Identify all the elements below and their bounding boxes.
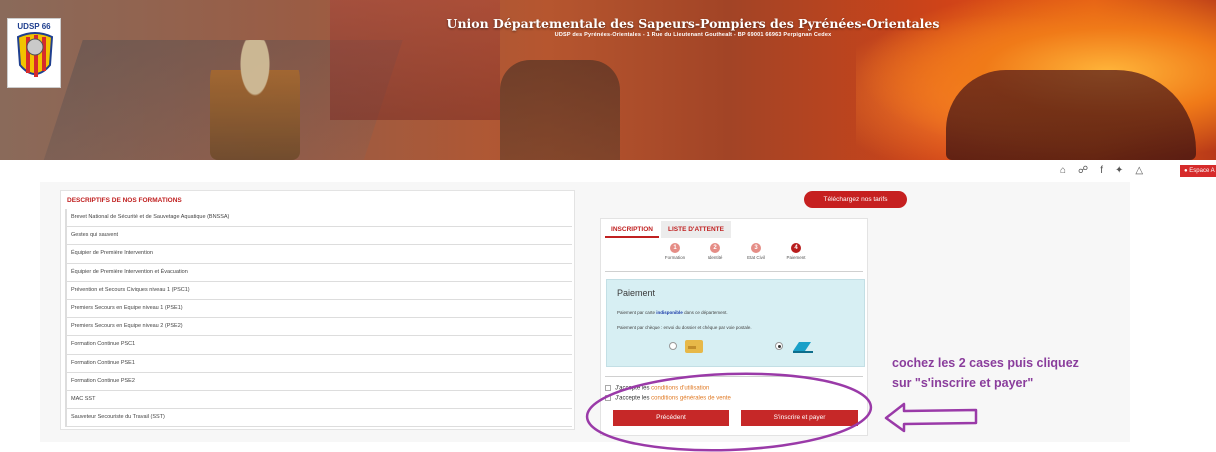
twitter-icon[interactable]: ✦ — [1115, 165, 1123, 177]
step-number: 2 — [710, 243, 720, 253]
formation-item[interactable]: Formation Continue PSE1 — [65, 354, 572, 373]
banner-car — [946, 70, 1196, 160]
tab-inscription[interactable]: INSCRIPTION — [605, 221, 659, 238]
formation-item[interactable]: Formation Continue PSE2 — [65, 372, 572, 391]
radio-card[interactable] — [669, 342, 677, 350]
sitemap-icon[interactable]: △ — [1135, 165, 1143, 177]
formation-item[interactable]: Équipier de Première Intervention — [65, 245, 572, 264]
udsp-logo[interactable]: UDSP 66 — [7, 18, 61, 88]
cheque-icon — [793, 342, 813, 353]
facebook-icon[interactable]: f — [1100, 165, 1103, 177]
step-etat-civil: 3 Etat Civil — [736, 243, 776, 260]
annotation-text: cochez les 2 cases puis cliquez sur "s'i… — [892, 353, 1079, 393]
divider — [605, 271, 863, 272]
cgu-link[interactable]: conditions d'utilisation — [651, 386, 709, 392]
step-label: Etat Civil — [747, 255, 765, 260]
banner-crew — [500, 60, 620, 160]
cgv-row: J'accepte les conditions générales de ve… — [605, 395, 731, 402]
formation-item[interactable]: Formation Continue PSC1 — [65, 336, 572, 355]
formation-item[interactable]: Sauveteur Secouriste du Travail (SST) — [65, 409, 572, 428]
banner-firefighter — [210, 40, 300, 160]
annotation-line: sur "s'inscrire et payer" — [892, 376, 1034, 390]
annotation-line: cochez les 2 cases puis cliquez — [892, 356, 1079, 370]
inscription-tabs: INSCRIPTION LISTE D'ATTENTE — [601, 219, 867, 238]
step-identite: 2 Identité — [695, 243, 735, 260]
cgv-link[interactable]: conditions générales de vente — [651, 396, 731, 402]
social-icon-bar: ⌂ ☍ f ✦ △ — [1060, 164, 1143, 178]
step-label: Formation — [664, 255, 686, 260]
formation-item[interactable]: Équipier de Première Intervention et Éva… — [65, 263, 572, 282]
formation-item[interactable]: MAC SST — [65, 390, 572, 410]
step-paiement: 4 Paiement — [776, 243, 816, 260]
cgu-row: J'accepte les conditions d'utilisation — [605, 385, 709, 392]
formation-item[interactable]: Prévention et Secours Civiques niveau 1 … — [65, 281, 572, 300]
divider — [605, 376, 863, 377]
download-tarifs-button[interactable]: Téléchargez nos tarifs — [804, 191, 907, 208]
header-banner: Union Départementale des Sapeurs-Pompier… — [0, 0, 1216, 160]
formations-title: DESCRIPTIFS DE NOS FORMATIONS — [67, 197, 182, 204]
step-formation: 1 Formation — [655, 243, 695, 260]
shield-icon — [16, 32, 54, 77]
inscription-panel: INSCRIPTION LISTE D'ATTENTE 1 Formation … — [600, 218, 868, 436]
payment-title: Paiement — [617, 288, 656, 298]
tab-liste-attente[interactable]: LISTE D'ATTENTE — [661, 221, 731, 238]
formation-item[interactable]: Gestes qui sauvent — [65, 227, 572, 246]
cgu-checkbox[interactable] — [605, 385, 611, 391]
credit-card-icon — [685, 340, 703, 353]
cgv-checkbox[interactable] — [605, 395, 611, 401]
home-icon[interactable]: ⌂ — [1060, 165, 1066, 177]
globe-icon[interactable]: ☍ — [1078, 165, 1088, 177]
step-progress: 1 Formation 2 Identité 3 Etat Civil 4 Pa… — [601, 243, 867, 263]
previous-button[interactable]: Précédent — [613, 410, 729, 426]
formations-panel: DESCRIPTIFS DE NOS FORMATIONS Brevet Nat… — [60, 190, 575, 430]
site-title: Union Départementale des Sapeurs-Pompier… — [446, 16, 940, 31]
step-number: 3 — [751, 243, 761, 253]
payment-box: Paiement Paiement par carte indisponible… — [606, 279, 865, 367]
radio-cheque[interactable] — [775, 342, 783, 350]
payment-card-note: Paiement par carte indisponible dans ce … — [617, 310, 728, 315]
espace-button[interactable]: ● Espace A — [1180, 165, 1216, 177]
formation-item[interactable]: Premiers Secours en Equipe niveau 1 (PSE… — [65, 299, 572, 319]
step-label: Identité — [707, 255, 723, 260]
payment-cheque-note: Paiement par chèque : envoi du dossier e… — [617, 325, 752, 330]
register-and-pay-button[interactable]: S'inscrire et payer — [741, 410, 858, 426]
site-address: UDSP des Pyrénées-Orientales - 1 Rue du … — [554, 32, 832, 38]
formation-item[interactable]: Brevet National de Sécurité et de Sauvet… — [65, 209, 572, 228]
step-number: 4 — [791, 243, 801, 253]
step-label: Paiement — [786, 255, 806, 260]
step-number: 1 — [670, 243, 680, 253]
formation-item[interactable]: Premiers Secours en Equipe niveau 2 (PSE… — [65, 318, 572, 337]
